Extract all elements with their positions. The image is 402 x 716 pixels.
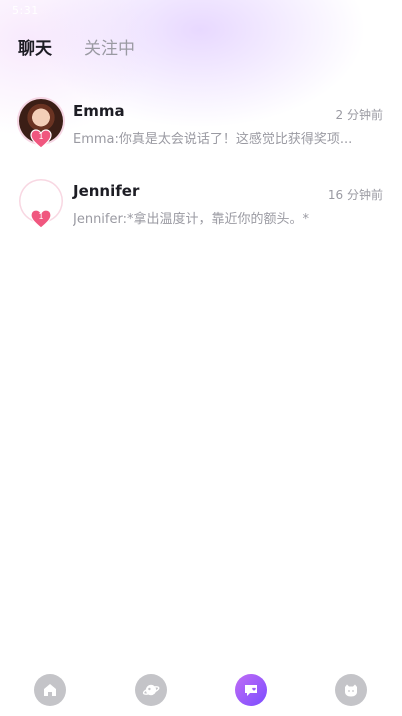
heart-badge: 1: [30, 209, 52, 229]
status-bar-time: 5:31: [12, 4, 39, 17]
tab-following[interactable]: 关注中: [84, 34, 135, 59]
chat-time: 2 分钟前: [335, 108, 383, 122]
chat-name: Jennifer: [73, 182, 140, 200]
chat-preview: Jennifer:*拿出温度计，靠近你的额头。*: [73, 212, 309, 227]
nav-profile-button[interactable]: [335, 674, 367, 706]
nav-explore-button[interactable]: [135, 674, 167, 706]
chat-icon: [245, 685, 257, 696]
planet-icon: [142, 684, 160, 696]
chat-preview: Emma:你真是太会说话了！这感觉比获得奖项...: [73, 132, 353, 147]
top-tabs: 聊天 关注中: [18, 34, 135, 59]
profile-face-icon: [345, 684, 357, 697]
home-icon: [44, 684, 56, 696]
chat-time: 16 分钟前: [327, 188, 383, 202]
tab-chat[interactable]: 聊天: [18, 34, 52, 59]
heart-count: 1: [38, 212, 44, 221]
heart-badge: 1: [30, 129, 52, 149]
chat-item-jennifer[interactable]: 1 Jennifer 16 分钟前 Jennifer:*拿出温度计，靠近你的额头…: [0, 176, 402, 256]
bottom-nav: [0, 672, 402, 708]
chat-list: 1 Emma 2 分钟前 Emma:你真是太会说话了！这感觉比获得奖项... 1…: [0, 96, 402, 256]
nav-home-button[interactable]: [34, 674, 66, 706]
nav-chat-button[interactable]: [235, 674, 267, 706]
chat-name: Emma: [73, 102, 125, 120]
heart-count: 1: [38, 132, 44, 141]
chat-item-emma[interactable]: 1 Emma 2 分钟前 Emma:你真是太会说话了！这感觉比获得奖项...: [0, 96, 402, 176]
